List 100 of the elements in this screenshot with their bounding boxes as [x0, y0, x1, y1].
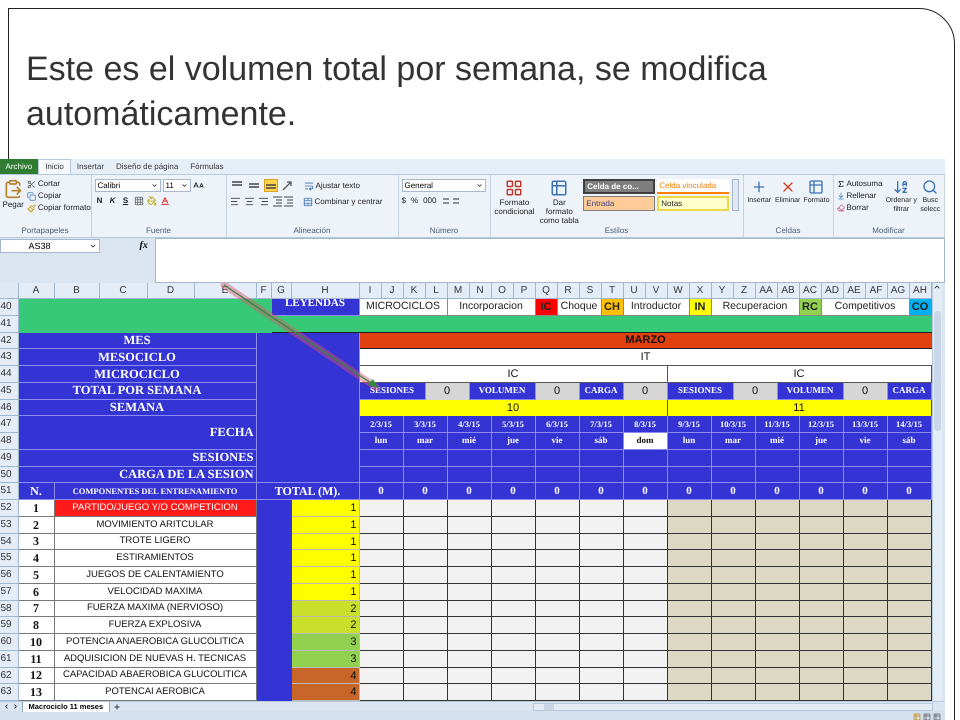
font-style-button[interactable]: N: [94, 196, 104, 206]
page-break-icon[interactable]: [932, 713, 940, 720]
horizontal-scrollbar[interactable]: [532, 702, 932, 710]
cell-style-button[interactable]: Notas: [657, 196, 730, 211]
font-size-field[interactable]: 11: [162, 179, 190, 192]
table-cell: [404, 534, 448, 550]
column-header: F: [256, 283, 272, 299]
table-cell: [360, 617, 404, 634]
component-name-cell: POTENCAI AEROBICA: [54, 684, 256, 701]
next-sheet-icon[interactable]: [12, 703, 18, 710]
ribbon-group-label: Fuente: [145, 225, 172, 237]
row-label: MES: [18, 332, 256, 350]
cell-style-button[interactable]: Entrada: [583, 196, 656, 211]
align-center-icon[interactable]: [244, 196, 254, 207]
ribbon-command[interactable]: Autosuma: [846, 179, 883, 189]
ribbon-command[interactable]: Cortar: [38, 179, 60, 189]
column-header: AC: [800, 283, 822, 299]
ribbon-tab[interactable]: Fórmulas: [184, 159, 230, 174]
table-cell: [800, 634, 844, 651]
ribbon-tab[interactable]: Inicio: [38, 159, 71, 174]
day-total-cell: 0: [404, 483, 448, 500]
table-cell: [448, 534, 492, 550]
column-header: G: [272, 283, 292, 299]
scroll-up-icon[interactable]: [933, 283, 941, 291]
total-value: 0: [426, 382, 470, 400]
ribbon-command[interactable]: Copiar formato: [38, 203, 91, 213]
gallery-scrollbar[interactable]: [732, 179, 740, 211]
text-angle-icon[interactable]: [280, 180, 292, 192]
conditional-format-button[interactable]: Formato condicional: [494, 179, 536, 216]
paste-button[interactable]: Pegar: [2, 179, 24, 209]
date-cell: 5/3/15: [492, 416, 536, 433]
ribbon-group-label: Modificar: [871, 225, 906, 237]
date-cell: 11/3/15: [756, 416, 800, 433]
vertical-align-button[interactable]: [264, 179, 278, 192]
row-header: 57: [0, 584, 18, 600]
ribbon-tab[interactable]: Diseño de página: [110, 159, 184, 174]
table-cell: [448, 668, 492, 684]
column-header: A: [18, 283, 54, 299]
row-label: CARGA DE LA SESION: [18, 466, 256, 484]
table-format-button[interactable]: Dar formato como tabla: [538, 179, 580, 225]
date-cell: 8/3/15: [624, 416, 668, 433]
table-cell: [536, 567, 580, 584]
table-cell: [800, 600, 844, 618]
ribbon-tab[interactable]: Insertar: [70, 159, 110, 174]
page-layout-icon[interactable]: [922, 713, 930, 720]
row-number-cell: 12: [18, 668, 54, 684]
ribbon-command[interactable]: Copiar: [38, 191, 62, 201]
table-cell: [624, 567, 668, 584]
previous-sheet-icon[interactable]: [2, 703, 10, 710]
formula-input[interactable]: [154, 238, 944, 283]
font-style-button[interactable]: S: [120, 196, 130, 206]
row-header: 53: [0, 516, 18, 534]
ribbon-group-label: Celdas: [774, 225, 802, 237]
table-cell: [580, 650, 624, 668]
table-cell: [888, 634, 932, 651]
new-sheet-icon[interactable]: [113, 702, 122, 710]
number-format-button[interactable]: %: [410, 196, 418, 206]
row-header: 40: [0, 299, 18, 316]
align-right-icon[interactable]: [258, 196, 268, 207]
font-size-icon[interactable]: [192, 180, 204, 191]
total-label: SESIONES: [360, 382, 426, 400]
table-cell: [536, 634, 580, 651]
day-total-cell: 0: [536, 483, 580, 500]
indent-icon[interactable]: [272, 196, 294, 207]
table-cell: [888, 534, 932, 550]
legend-label: Choque: [558, 299, 602, 316]
table-cell: [580, 584, 624, 600]
column-header: H: [292, 283, 360, 299]
table-cell: [668, 600, 712, 618]
fill-color-icon[interactable]: [146, 196, 156, 206]
font-color-icon[interactable]: [160, 196, 170, 206]
number-format-button[interactable]: $: [402, 196, 406, 206]
column-header: U: [624, 283, 646, 299]
value-cell: 2: [292, 617, 360, 634]
component-name-cell: MOVIMIENTO ARITCULAR: [54, 516, 256, 534]
font-name-field[interactable]: Calibri: [94, 179, 160, 192]
number-format-button[interactable]: 000: [423, 196, 436, 206]
name-box[interactable]: AS38: [0, 239, 100, 253]
table-cell: [712, 634, 756, 651]
column-header: R: [558, 283, 580, 299]
table-cell: [404, 567, 448, 584]
table-cell: [448, 650, 492, 668]
decimal-icon[interactable]: [441, 196, 462, 206]
table-cell: [756, 534, 800, 550]
table-cell: [756, 600, 800, 618]
ribbon-command[interactable]: Borrar: [846, 203, 869, 213]
function-button[interactable]: fx: [140, 239, 148, 253]
table-cell: [448, 466, 492, 484]
align-left-icon[interactable]: [230, 196, 240, 207]
ribbon-tab[interactable]: Archivo: [0, 159, 38, 174]
border-icon[interactable]: [134, 196, 144, 206]
vertical-scrollbar[interactable]: [932, 283, 942, 701]
value-cell: 4: [292, 684, 360, 701]
wrap-text-button[interactable]: Ajustar texto: [316, 180, 360, 190]
merge-button[interactable]: Combinar y centrar: [314, 196, 383, 206]
cell-style-button[interactable]: Celda de co...: [583, 179, 656, 194]
ribbon-command[interactable]: Rellenar: [846, 191, 876, 201]
column-header: S: [580, 283, 602, 299]
number-format-field[interactable]: General: [402, 179, 486, 192]
font-style-button[interactable]: K: [108, 196, 118, 206]
